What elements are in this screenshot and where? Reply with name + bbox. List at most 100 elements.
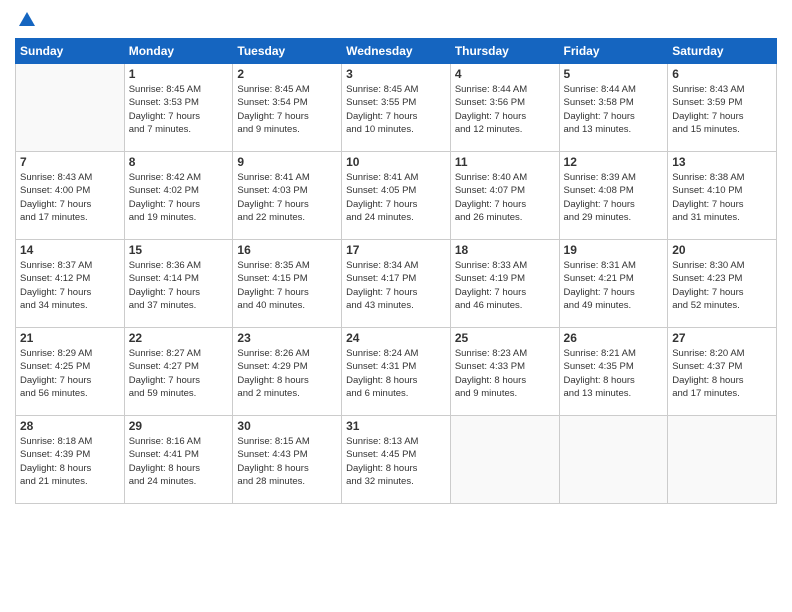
day-info: Sunrise: 8:45 AM Sunset: 3:54 PM Dayligh… — [237, 83, 337, 136]
day-number: 4 — [455, 67, 555, 81]
main-container: SundayMondayTuesdayWednesdayThursdayFrid… — [0, 0, 792, 514]
day-info: Sunrise: 8:23 AM Sunset: 4:33 PM Dayligh… — [455, 347, 555, 400]
week-row-2: 14 Sunrise: 8:37 AM Sunset: 4:12 PM Dayli… — [16, 240, 777, 328]
day-number: 2 — [237, 67, 337, 81]
day-number: 26 — [564, 331, 664, 345]
calendar-cell: 10Sunrise: 8:41 AM Sunset: 4:05 PM Dayli… — [342, 152, 451, 240]
calendar-cell: 28Sunrise: 8:18 AM Sunset: 4:39 PM Dayli… — [16, 416, 125, 504]
day-number: 1 — [129, 67, 229, 81]
calendar-cell: 3 Sunrise: 8:45 AM Sunset: 3:55 PM Daylig… — [342, 64, 451, 152]
day-number: 14 — [20, 243, 120, 257]
day-info: Sunrise: 8:38 AM Sunset: 4:10 PM Dayligh… — [672, 171, 772, 224]
calendar-cell: 13 Sunrise: 8:38 AM Sunset: 4:10 PM Dayli… — [668, 152, 777, 240]
calendar-table: SundayMondayTuesdayWednesdayThursdayFrid… — [15, 38, 777, 504]
week-row-3: 21 Sunrise: 8:29 AM Sunset: 4:25 PM Dayli… — [16, 328, 777, 416]
calendar-cell: 8 Sunrise: 8:42 AM Sunset: 4:02 PM Daylig… — [124, 152, 233, 240]
day-header-tuesday: Tuesday — [233, 39, 342, 64]
day-header-saturday: Saturday — [668, 39, 777, 64]
day-number: 9 — [237, 155, 337, 169]
day-number: 18 — [455, 243, 555, 257]
calendar-cell: 20 Sunrise: 8:30 AM Sunset: 4:23 PM Dayli… — [668, 240, 777, 328]
calendar-cell: 23Sunrise: 8:26 AM Sunset: 4:29 PM Dayli… — [233, 328, 342, 416]
day-info: Sunrise: 8:24 AM Sunset: 4:31 PM Dayligh… — [346, 347, 446, 400]
day-number: 11 — [455, 155, 555, 169]
calendar-cell: 7Sunrise: 8:43 AM Sunset: 4:00 PM Daylig… — [16, 152, 125, 240]
day-info: Sunrise: 8:42 AM Sunset: 4:02 PM Dayligh… — [129, 171, 229, 224]
day-info: Sunrise: 8:44 AM Sunset: 3:58 PM Dayligh… — [564, 83, 664, 136]
day-info: Sunrise: 8:43 AM Sunset: 3:59 PM Dayligh… — [672, 83, 772, 136]
day-info: Sunrise: 8:41 AM Sunset: 4:05 PM Dayligh… — [346, 171, 446, 224]
calendar-cell: 4 Sunrise: 8:44 AM Sunset: 3:56 PM Daylig… — [450, 64, 559, 152]
day-number: 5 — [564, 67, 664, 81]
day-header-wednesday: Wednesday — [342, 39, 451, 64]
day-info: Sunrise: 8:27 AM Sunset: 4:27 PM Dayligh… — [129, 347, 229, 400]
calendar-cell: 25 Sunrise: 8:23 AM Sunset: 4:33 PM Dayli… — [450, 328, 559, 416]
day-info: Sunrise: 8:39 AM Sunset: 4:08 PM Dayligh… — [564, 171, 664, 224]
day-info: Sunrise: 8:16 AM Sunset: 4:41 PM Dayligh… — [129, 435, 229, 488]
day-number: 15 — [129, 243, 229, 257]
day-number: 25 — [455, 331, 555, 345]
calendar-cell: 26 Sunrise: 8:21 AM Sunset: 4:35 PM Dayli… — [559, 328, 668, 416]
day-number: 6 — [672, 67, 772, 81]
calendar-cell — [16, 64, 125, 152]
day-info: Sunrise: 8:31 AM Sunset: 4:21 PM Dayligh… — [564, 259, 664, 312]
day-number: 20 — [672, 243, 772, 257]
day-number: 28 — [20, 419, 120, 433]
calendar-cell: 30 Sunrise: 8:15 AM Sunset: 4:43 PM Dayli… — [233, 416, 342, 504]
day-info: Sunrise: 8:41 AM Sunset: 4:03 PM Dayligh… — [237, 171, 337, 224]
day-number: 8 — [129, 155, 229, 169]
day-number: 23 — [237, 331, 337, 345]
day-info: Sunrise: 8:34 AM Sunset: 4:17 PM Dayligh… — [346, 259, 446, 312]
day-info: Sunrise: 8:40 AM Sunset: 4:07 PM Dayligh… — [455, 171, 555, 224]
day-number: 29 — [129, 419, 229, 433]
day-header-thursday: Thursday — [450, 39, 559, 64]
day-info: Sunrise: 8:15 AM Sunset: 4:43 PM Dayligh… — [237, 435, 337, 488]
day-info: Sunrise: 8:21 AM Sunset: 4:35 PM Dayligh… — [564, 347, 664, 400]
day-header-friday: Friday — [559, 39, 668, 64]
day-info: Sunrise: 8:35 AM Sunset: 4:15 PM Dayligh… — [237, 259, 337, 312]
day-info: Sunrise: 8:30 AM Sunset: 4:23 PM Dayligh… — [672, 259, 772, 312]
calendar-cell: 15 Sunrise: 8:36 AM Sunset: 4:14 PM Dayli… — [124, 240, 233, 328]
calendar-cell: 21 Sunrise: 8:29 AM Sunset: 4:25 PM Dayli… — [16, 328, 125, 416]
day-info: Sunrise: 8:20 AM Sunset: 4:37 PM Dayligh… — [672, 347, 772, 400]
day-number: 30 — [237, 419, 337, 433]
calendar-cell: 22Sunrise: 8:27 AM Sunset: 4:27 PM Dayli… — [124, 328, 233, 416]
calendar-cell: 14 Sunrise: 8:37 AM Sunset: 4:12 PM Dayli… — [16, 240, 125, 328]
day-number: 3 — [346, 67, 446, 81]
day-number: 21 — [20, 331, 120, 345]
day-number: 19 — [564, 243, 664, 257]
header-row: SundayMondayTuesdayWednesdayThursdayFrid… — [16, 39, 777, 64]
calendar-cell — [450, 416, 559, 504]
day-info: Sunrise: 8:44 AM Sunset: 3:56 PM Dayligh… — [455, 83, 555, 136]
day-number: 31 — [346, 419, 446, 433]
day-number: 27 — [672, 331, 772, 345]
calendar-cell: 18Sunrise: 8:33 AM Sunset: 4:19 PM Dayli… — [450, 240, 559, 328]
day-number: 24 — [346, 331, 446, 345]
day-info: Sunrise: 8:36 AM Sunset: 4:14 PM Dayligh… — [129, 259, 229, 312]
calendar-cell — [668, 416, 777, 504]
day-info: Sunrise: 8:43 AM Sunset: 4:00 PM Dayligh… — [20, 171, 120, 224]
day-info: Sunrise: 8:37 AM Sunset: 4:12 PM Dayligh… — [20, 259, 120, 312]
day-info: Sunrise: 8:45 AM Sunset: 3:53 PM Dayligh… — [129, 83, 229, 136]
calendar-cell: 24 Sunrise: 8:24 AM Sunset: 4:31 PM Dayli… — [342, 328, 451, 416]
calendar-cell: 16 Sunrise: 8:35 AM Sunset: 4:15 PM Dayli… — [233, 240, 342, 328]
calendar-cell: 31 Sunrise: 8:13 AM Sunset: 4:45 PM Dayli… — [342, 416, 451, 504]
day-info: Sunrise: 8:29 AM Sunset: 4:25 PM Dayligh… — [20, 347, 120, 400]
logo — [15, 10, 37, 30]
day-number: 16 — [237, 243, 337, 257]
day-header-monday: Monday — [124, 39, 233, 64]
day-number: 13 — [672, 155, 772, 169]
week-row-4: 28Sunrise: 8:18 AM Sunset: 4:39 PM Dayli… — [16, 416, 777, 504]
calendar-cell: 17Sunrise: 8:34 AM Sunset: 4:17 PM Dayli… — [342, 240, 451, 328]
day-header-sunday: Sunday — [16, 39, 125, 64]
header — [15, 10, 777, 30]
day-info: Sunrise: 8:45 AM Sunset: 3:55 PM Dayligh… — [346, 83, 446, 136]
week-row-0: 1 Sunrise: 8:45 AM Sunset: 3:53 PM Daylig… — [16, 64, 777, 152]
calendar-cell: 2 Sunrise: 8:45 AM Sunset: 3:54 PM Daylig… — [233, 64, 342, 152]
calendar-cell: 19 Sunrise: 8:31 AM Sunset: 4:21 PM Dayli… — [559, 240, 668, 328]
day-number: 12 — [564, 155, 664, 169]
day-info: Sunrise: 8:13 AM Sunset: 4:45 PM Dayligh… — [346, 435, 446, 488]
logo-icon — [17, 10, 37, 30]
calendar-cell: 9 Sunrise: 8:41 AM Sunset: 4:03 PM Daylig… — [233, 152, 342, 240]
calendar-cell: 27 Sunrise: 8:20 AM Sunset: 4:37 PM Dayli… — [668, 328, 777, 416]
